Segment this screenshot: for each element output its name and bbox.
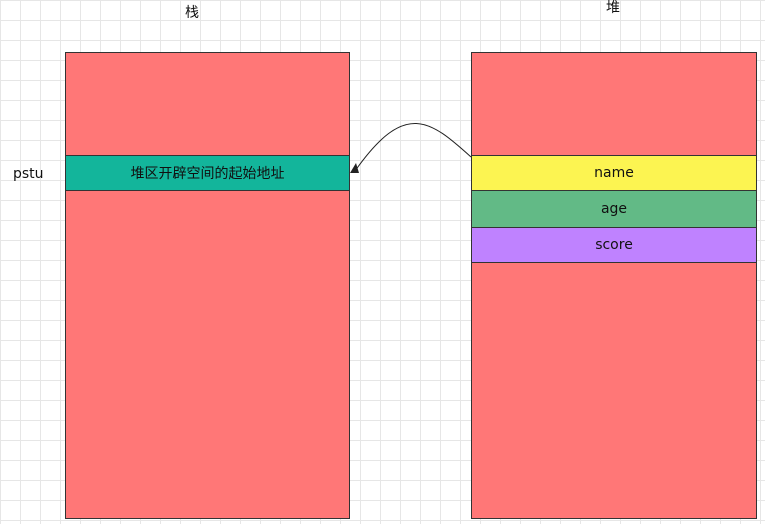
pointer-arrow-curve — [354, 123, 472, 172]
stack-pointer-cell: 堆区开辟空间的起始地址 — [65, 155, 350, 191]
heap-field-age: age — [471, 190, 757, 228]
stack-memory-block — [65, 52, 350, 519]
pointer-label: pstu — [13, 166, 44, 182]
pointer-arrow-head — [350, 163, 359, 173]
heap-field-name: name — [471, 155, 757, 191]
heap-memory-block — [471, 52, 757, 519]
heap-title: 堆 — [606, 0, 620, 16]
heap-field-score: score — [471, 227, 757, 263]
stack-title: 栈 — [185, 5, 199, 21]
